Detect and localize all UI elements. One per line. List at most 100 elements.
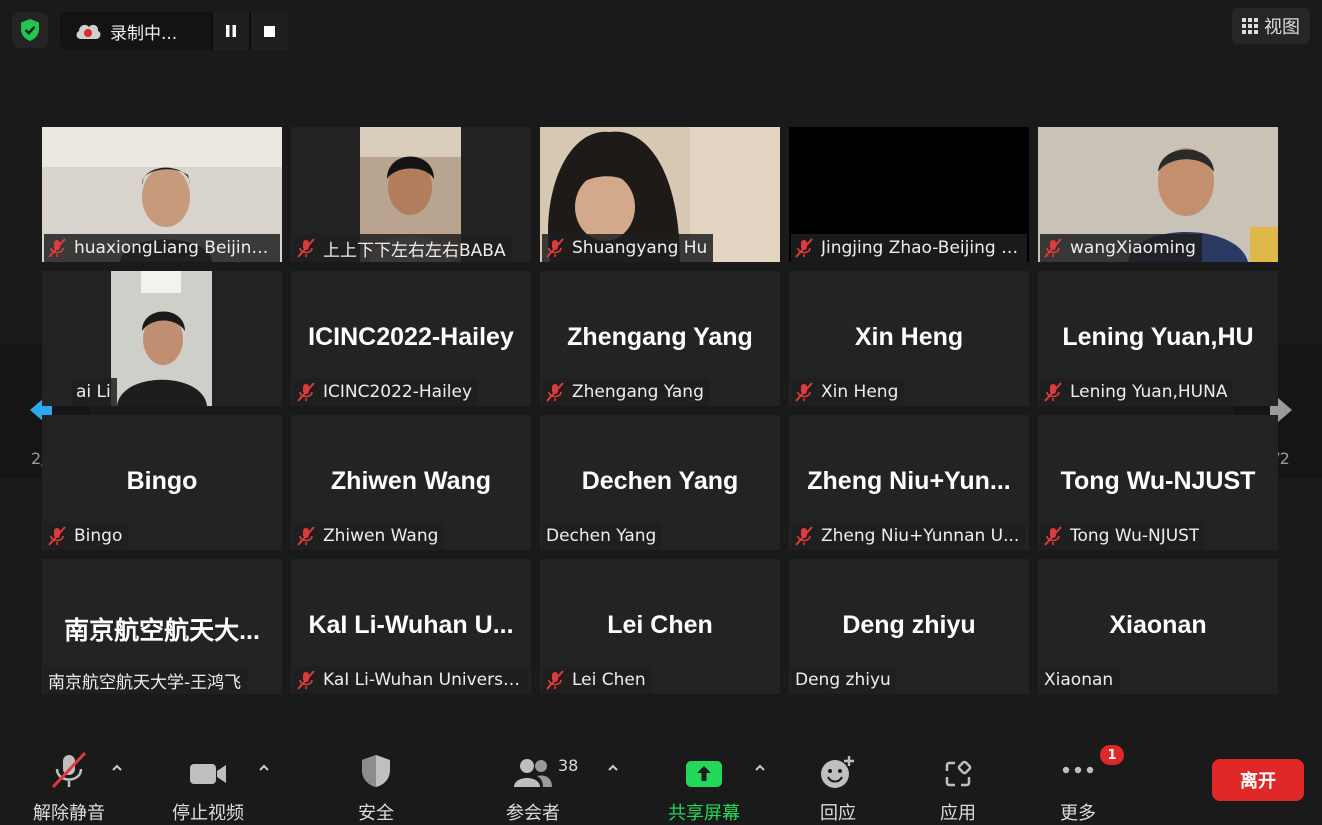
participant-display-name: Zhiwen Wang [330,467,492,495]
muted-mic-icon [51,751,87,789]
participant-display-name: ICINC2022-Hailey [308,323,514,351]
participant-display-name: Zhengang Yang [567,323,753,351]
muted-mic-icon [48,526,66,546]
participant-display-name: Xiaonan [1109,611,1207,639]
participant-name: Zhengang Yang [572,382,704,402]
reactions-button[interactable]: 回应 [778,745,898,825]
stop-video-button[interactable]: 停止视频 [148,745,268,825]
participant-tile[interactable]: ICINC2022-Hailey ICINC2022-Hailey [291,271,531,406]
stop-icon [264,25,276,37]
participant-display-name: Bingo [126,467,198,495]
participant-tile[interactable]: 上上下下左右左右BABA [291,127,531,262]
participant-name: Jingjing Zhao-Beijing I... [821,238,1021,258]
pause-icon [225,25,236,37]
participant-name: Dechen Yang [546,526,657,546]
apps-button[interactable]: 应用 [898,745,1018,825]
participant-tile[interactable]: Xin Heng Xin Heng [789,271,1029,406]
participant-tile[interactable]: Jingjing Zhao-Beijing I... [789,127,1029,262]
participant-tile[interactable]: KaI Li-Wuhan U... KaI Li-Wuhan Universi.… [291,559,531,694]
participant-tile[interactable]: Zheng Niu+Yun... Zheng Niu+Yunnan U... [789,415,1029,550]
share-screen-label: 共享屏幕 [668,803,740,824]
participants-count: 38 [558,756,579,775]
view-label: 视图 [1264,17,1300,38]
share-screen-icon [686,761,722,787]
participant-tile[interactable]: Tong Wu-NJUST Tong Wu-NJUST [1038,415,1278,550]
participant-tile[interactable]: Xiaonan Xiaonan [1038,559,1278,694]
participant-display-name: 南京航空航天大... [64,617,260,645]
muted-mic-icon [1044,526,1062,546]
stop-video-label: 停止视频 [172,803,244,824]
participant-display-name: Dechen Yang [581,467,739,495]
share-screen-button[interactable]: 共享屏幕 [644,745,764,825]
participant-tile[interactable]: Shuangyang Hu [540,127,780,262]
security-shield-icon[interactable] [12,12,48,48]
muted-mic-icon [546,238,564,258]
chevron-up-icon[interactable] [607,762,619,774]
participant-name: Bingo [74,526,123,546]
recording-indicator: 录制中... [60,12,288,50]
chevron-up-icon[interactable] [258,762,270,774]
participant-name: Shuangyang Hu [572,238,708,258]
cloud-record-icon [74,20,102,42]
stop-recording-button[interactable] [249,12,288,50]
chevron-up-icon[interactable] [754,762,766,774]
muted-mic-icon [1044,382,1062,402]
shield-icon [362,755,390,787]
participant-tile[interactable]: Zhiwen Wang Zhiwen Wang [291,415,531,550]
recording-label: 录制中... [110,23,178,44]
more-dots-icon [1062,766,1094,774]
participant-display-name: Tong Wu-NJUST [1060,467,1256,495]
participant-tile[interactable]: ai Li [42,271,282,406]
participant-name: Tong Wu-NJUST [1070,526,1200,546]
participant-tile[interactable]: Lening Yuan,HU Lening Yuan,HUNA [1038,271,1278,406]
view-button[interactable]: 视图 [1232,8,1310,44]
muted-mic-icon [1044,238,1062,258]
participant-tile[interactable]: Deng zhiyu Deng zhiyu [789,559,1029,694]
participant-tile[interactable]: huaxiongLiang Beijing... [42,127,282,262]
pause-recording-button[interactable] [210,12,250,50]
participant-tile[interactable]: wangXiaoming [1038,127,1278,262]
participant-display-name: Zheng Niu+Yun... [807,467,1011,495]
participant-name: Zhiwen Wang [323,526,439,546]
more-label: 更多 [1060,803,1096,824]
apps-icon [945,760,972,787]
participant-name: Deng zhiyu [795,670,891,690]
video-camera-icon [190,764,226,784]
muted-mic-icon [297,238,315,258]
participant-display-name: Lei Chen [607,611,713,639]
muted-mic-icon [546,382,564,402]
participant-name: ai Li [76,382,111,402]
unmute-label: 解除静音 [33,803,105,824]
unmute-button[interactable]: 解除静音 [9,745,129,825]
participant-name: Lei Chen [572,670,646,690]
video-feed [111,271,212,406]
grid-icon [1242,18,1258,34]
muted-mic-icon [795,526,813,546]
muted-mic-icon [795,382,813,402]
participant-name: Xin Heng [821,382,899,402]
participant-tile[interactable]: Lei Chen Lei Chen [540,559,780,694]
participant-tile[interactable]: Zhengang Yang Zhengang Yang [540,271,780,406]
muted-mic-icon [795,238,813,258]
participant-display-name: Deng zhiyu [842,611,976,639]
participant-tile[interactable]: 南京航空航天大... 南京航空航天大学-王鸿飞 [42,559,282,694]
muted-mic-icon [297,526,315,546]
participant-name: huaxiongLiang Beijing... [74,238,274,258]
participant-name: 上上下下左右左右BABA [323,240,506,261]
participant-tile[interactable]: Bingo Bingo [42,415,282,550]
participant-tile[interactable]: Dechen Yang Dechen Yang [540,415,780,550]
security-label: 安全 [358,803,394,824]
participant-name: Xiaonan [1044,670,1114,690]
muted-mic-icon [297,670,315,690]
participant-name: Zheng Niu+Yunnan U... [821,526,1020,546]
leave-button[interactable]: 离开 [1212,759,1304,801]
muted-mic-icon [546,670,564,690]
reactions-label: 回应 [820,803,856,824]
security-button[interactable]: 安全 [316,745,436,825]
muted-mic-icon [48,238,66,258]
participant-name: 南京航空航天大学-王鸿飞 [48,672,242,693]
chevron-up-icon[interactable] [111,762,123,774]
notification-badge: 1 [1100,745,1124,765]
emoji-reaction-icon [821,756,854,788]
participant-name: Lening Yuan,HUNA [1070,382,1228,402]
